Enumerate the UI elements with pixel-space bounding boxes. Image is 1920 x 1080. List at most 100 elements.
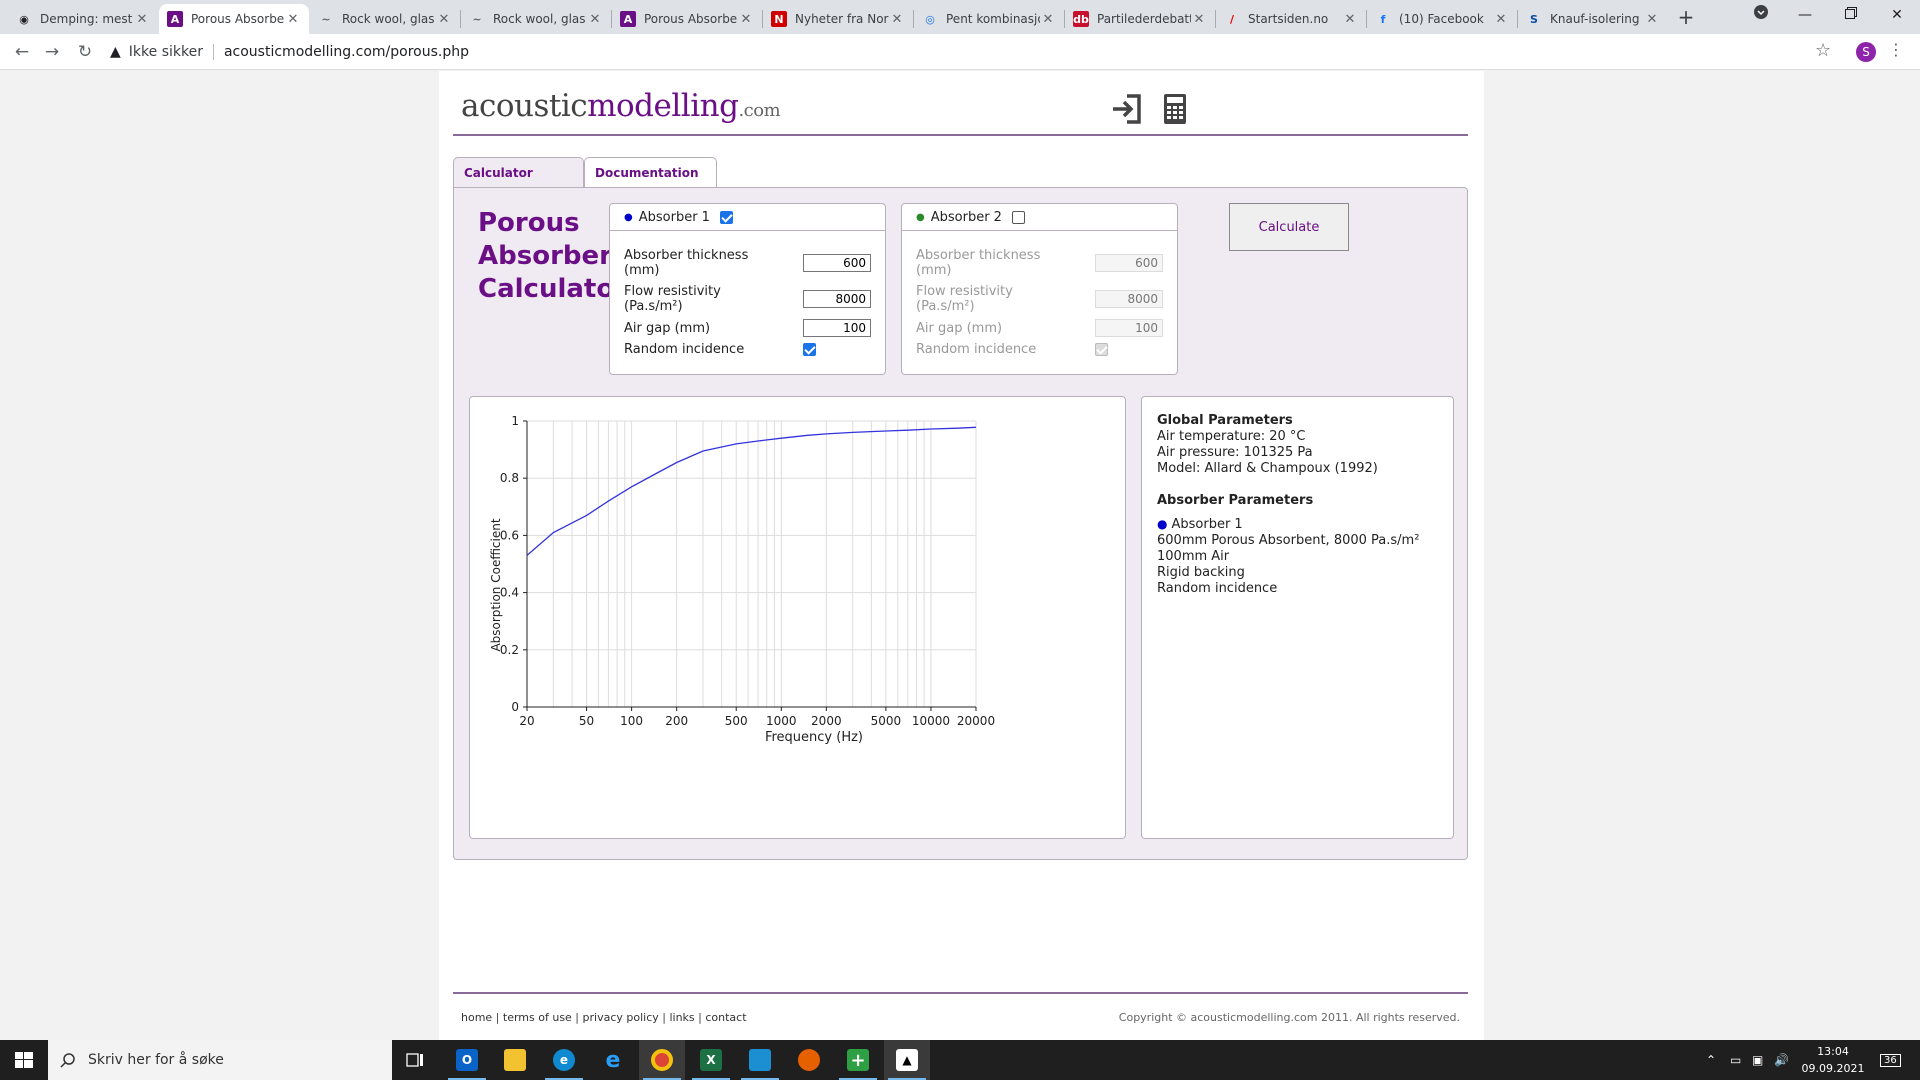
absorber-2-random-checkbox[interactable]	[1095, 343, 1108, 356]
title-line: Porous	[478, 208, 580, 238]
absorber-1-header: ● Absorber 1	[610, 204, 885, 231]
thickness-label: Absorber thickness (mm)	[916, 248, 1041, 278]
calculate-button[interactable]: Calculate	[1229, 203, 1349, 251]
address-toolbar: ← → ↻ ▲ Ikke sikker acousticmodelling.co…	[0, 34, 1920, 70]
absorber-2-airgap-input[interactable]	[1095, 319, 1163, 337]
outlook-icon[interactable]: O	[444, 1040, 490, 1080]
calculator-icon[interactable]	[1157, 91, 1193, 127]
bookmark-star-icon[interactable]: ☆	[1815, 40, 1831, 61]
close-tab-icon[interactable]: ✕	[1040, 12, 1056, 27]
footer-link-terms[interactable]: terms of use	[503, 1011, 572, 1024]
browser-tab[interactable]: N Nyheter fra Nor ✕	[763, 4, 913, 34]
absorber-1-airgap-input[interactable]	[803, 319, 871, 337]
absorber-param-line: 600mm Porous Absorbent, 8000 Pa.s/m²	[1157, 533, 1420, 548]
absorber-name-row: ● Absorber 1	[1157, 516, 1438, 533]
browser-tab-title: Startsiden.no	[1248, 12, 1329, 26]
chrome-icon[interactable]	[639, 1040, 685, 1080]
absorber-1-random-checkbox[interactable]	[803, 343, 816, 356]
absorber-1-checkbox[interactable]	[719, 210, 733, 224]
notification-count: 36	[1880, 1053, 1901, 1067]
close-window-button[interactable]: ✕	[1874, 0, 1920, 30]
close-tab-icon[interactable]: ✕	[1644, 12, 1660, 27]
calculator-panel: Porous Absorber Calculator ● Absorber 1 …	[453, 187, 1468, 860]
browser-tab[interactable]: ◎ Pent kombinasjo ✕	[914, 4, 1064, 34]
browser-tab[interactable]: db Partilederdebatt ✕	[1065, 4, 1215, 34]
url-text[interactable]: acousticmodelling.com/porous.php	[224, 44, 469, 60]
close-tab-icon[interactable]: ✕	[285, 12, 301, 27]
start-button[interactable]	[0, 1040, 48, 1080]
back-button[interactable]: ←	[10, 40, 34, 64]
notification-center-icon[interactable]: 36	[1880, 1040, 1901, 1080]
taskbar-clock[interactable]: 13:04 09.09.2021	[1800, 1043, 1866, 1077]
tray-chevron-icon[interactable]: ⌃	[1706, 1040, 1716, 1080]
absorber-2-flow-input[interactable]	[1095, 290, 1163, 308]
task-view-icon[interactable]	[392, 1040, 438, 1080]
clock-date: 09.09.2021	[1801, 1062, 1865, 1075]
restore-icon	[1845, 7, 1857, 19]
network-icon[interactable]: ▣	[1752, 1040, 1763, 1080]
forward-button[interactable]: →	[40, 40, 64, 64]
internet-explorer-icon[interactable]: e	[590, 1040, 636, 1080]
absorber-1-thickness-input[interactable]	[803, 254, 871, 272]
browser-tab[interactable]: S Knauf-isolering ✕	[1518, 4, 1668, 34]
page-title: Porous Absorber Calculator	[478, 207, 627, 306]
thickness-label: Absorber thickness (mm)	[624, 248, 749, 278]
browser-tab-title: (10) Facebook	[1399, 12, 1484, 26]
browser-tab[interactable]: ~ Rock wool, glas ✕	[310, 4, 460, 34]
close-tab-icon[interactable]: ✕	[1493, 12, 1509, 27]
login-icon[interactable]	[1109, 91, 1145, 127]
edge-icon[interactable]: e	[541, 1040, 587, 1080]
reload-button[interactable]: ↻	[73, 40, 97, 64]
absorber-2-header: ● Absorber 2	[902, 204, 1177, 231]
close-tab-icon[interactable]: ✕	[1191, 12, 1207, 27]
close-tab-icon[interactable]: ✕	[889, 12, 905, 27]
slash-logo-icon: /	[1229, 12, 1235, 26]
tab-calculator[interactable]: Calculator	[453, 157, 584, 190]
browser-tab[interactable]: A Porous Absorbe ✕	[612, 4, 762, 34]
random-incidence-label: Random incidence	[916, 342, 1037, 357]
menu-kebab-icon[interactable]: ⋮	[1888, 40, 1904, 59]
new-tab-button[interactable]: +	[1672, 5, 1700, 31]
photos-icon[interactable]	[737, 1040, 783, 1080]
footer-link-home[interactable]: home	[461, 1011, 492, 1024]
volume-icon[interactable]: 🔊	[1774, 1040, 1789, 1080]
logo-part-3: .com	[738, 100, 781, 121]
profile-avatar[interactable]: S	[1856, 42, 1876, 62]
x-tick-label: 100	[620, 714, 643, 728]
airgap-label: Air gap (mm)	[916, 321, 1003, 336]
browser-tab[interactable]: / Startsiden.no ✕	[1216, 4, 1366, 34]
x-tick-label: 10000	[912, 714, 950, 728]
footer-link-contact[interactable]: contact	[705, 1011, 746, 1024]
footer-link-privacy[interactable]: privacy policy	[583, 1011, 659, 1024]
firefox-icon[interactable]	[786, 1040, 832, 1080]
taskbar-search[interactable]: Skriv her for å søke	[48, 1040, 392, 1080]
tab-search-button[interactable]	[1738, 0, 1784, 30]
absorber-1-flow-input[interactable]	[803, 290, 871, 308]
x-tick-label: 1000	[766, 714, 797, 728]
health-app-icon[interactable]: +	[835, 1040, 881, 1080]
browser-tab[interactable]: f (10) Facebook ✕	[1367, 4, 1517, 34]
close-tab-icon[interactable]: ✕	[1342, 12, 1358, 27]
omnibox[interactable]: ▲ Ikke sikker acousticmodelling.com/poro…	[110, 39, 1770, 65]
absorber-2-thickness-input[interactable]	[1095, 254, 1163, 272]
tab-documentation[interactable]: Documentation	[584, 157, 717, 188]
flow-label: Flow resistivity (Pa.s/m²)	[624, 284, 721, 314]
close-tab-icon[interactable]: ✕	[738, 12, 754, 27]
restore-button[interactable]	[1828, 0, 1874, 30]
file-explorer-icon[interactable]	[492, 1040, 538, 1080]
close-tab-icon[interactable]: ✕	[587, 12, 603, 27]
close-tab-icon[interactable]: ✕	[436, 12, 452, 27]
absorption-chart: 20 50 100 200 500 1000 2000 5000 10000 20000 0 0.2 0…	[469, 396, 1126, 839]
browser-tab[interactable]: ◉ Demping: mest ✕	[8, 4, 158, 34]
browser-tab[interactable]: ~ Rock wool, glas ✕	[461, 4, 611, 34]
close-tab-icon[interactable]: ✕	[134, 12, 150, 27]
browser-tab[interactable]: A Porous Absorber ✕	[159, 4, 309, 34]
absorber-2-checkbox[interactable]	[1011, 210, 1025, 224]
footer-link-links[interactable]: links	[669, 1011, 694, 1024]
windows-logo-icon	[15, 1052, 33, 1068]
site-logo[interactable]: acousticmodelling.com	[461, 88, 781, 124]
excel-icon[interactable]: X	[688, 1040, 734, 1080]
battery-icon[interactable]: ▭	[1730, 1040, 1741, 1080]
minimize-button[interactable]: —	[1782, 0, 1828, 30]
image-viewer-icon[interactable]: ▲	[884, 1040, 930, 1080]
